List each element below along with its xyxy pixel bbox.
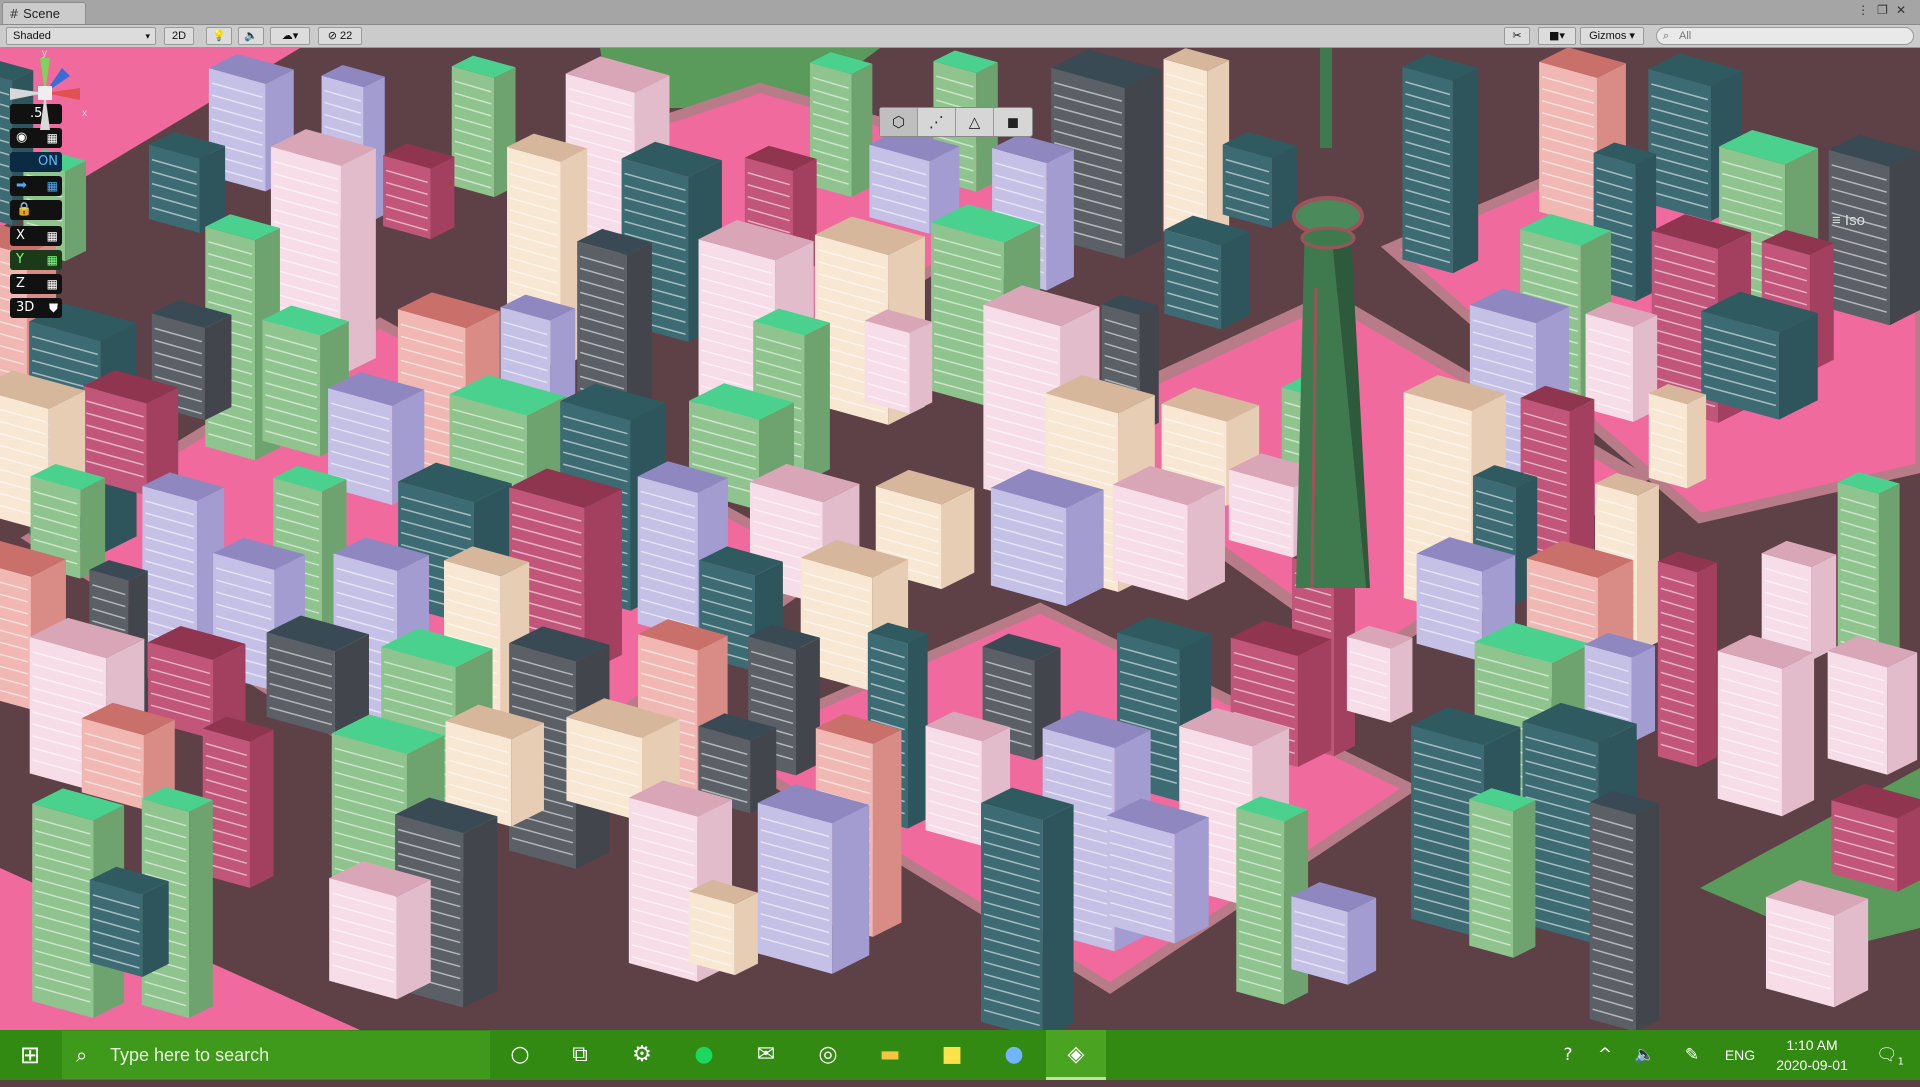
scene-tab-label: Scene: [23, 6, 60, 21]
close-icon[interactable]: ✕: [1896, 3, 1914, 17]
notification-count: 1: [1897, 1056, 1904, 1068]
search-icon: ⌕: [76, 1043, 88, 1067]
more-options-icon[interactable]: ⋮: [1857, 3, 1877, 17]
shading-mode-value: Shaded: [13, 30, 51, 42]
unity-icon[interactable]: ◈: [1046, 1030, 1106, 1080]
gizmos-dropdown[interactable]: Gizmos ▾: [1580, 27, 1644, 45]
effects-dropdown[interactable]: ☁▾: [270, 27, 310, 45]
2d-label: 2D: [171, 30, 187, 42]
scene-hash-icon: #: [9, 7, 20, 21]
3d-button[interactable]: 3D ⛊: [10, 298, 62, 318]
scene-tab[interactable]: # Scene: [2, 2, 86, 24]
gizmo-y-label: y: [42, 48, 47, 59]
axis-x-label: X: [16, 228, 25, 243]
taskbar-search-placeholder: Type here to search: [110, 1045, 270, 1065]
chevron-down-icon: ▾: [145, 31, 150, 41]
language-indicator[interactable]: ENG: [1720, 1030, 1760, 1080]
cube-icon[interactable]: ⬡: [880, 108, 918, 136]
speaker-icon: 🔈: [244, 29, 258, 42]
edge-icon[interactable]: △: [956, 108, 994, 136]
face-icon[interactable]: ◼: [994, 108, 1032, 136]
scene-viewport[interactable]: ⬡ ⋰ △ ◼ .5 ◉ ▦ ON ➡ ▦ 🔒 X ▦ Y ▦ Z ▦ 3D ⛊ y x ≡…: [0, 48, 1920, 1030]
grid-icon: ▦: [46, 179, 58, 193]
zoom-icon[interactable]: ●: [984, 1030, 1044, 1080]
push-to-grid-button[interactable]: ➡ ▦: [10, 176, 62, 196]
system-clock[interactable]: 1:10 AM 2020-09-01: [1762, 1035, 1862, 1075]
volume-icon[interactable]: 🔈: [1630, 1030, 1660, 1080]
effects-icon: ☁▾: [281, 29, 299, 42]
3d-label: 3D: [16, 300, 35, 315]
pen-icon[interactable]: ✎: [1674, 1030, 1710, 1080]
hidden-count: 22: [340, 30, 353, 42]
chevron-down-icon: ▾: [1629, 30, 1635, 42]
search-placeholder: All: [1679, 30, 1692, 42]
2d-toggle-button[interactable]: 2D: [164, 27, 194, 45]
lock-icon: 🔒: [16, 202, 33, 217]
axis-z-button[interactable]: Z ▦: [10, 274, 62, 294]
grid-icon: ▦: [46, 253, 58, 267]
shield-icon: ⛊: [48, 301, 58, 315]
chrome-icon[interactable]: ◎: [798, 1030, 858, 1080]
orientation-gizmo[interactable]: y x: [0, 48, 90, 138]
vertex-icon[interactable]: ⋰: [918, 108, 956, 136]
gizmo-x-label: x: [82, 108, 87, 119]
camera-icon: ■▾: [1549, 29, 1565, 42]
projection-label[interactable]: ≡ Iso: [1832, 212, 1865, 229]
sticky-notes-icon[interactable]: ■: [922, 1030, 982, 1080]
shading-mode-dropdown[interactable]: Shaded ▾: [6, 27, 156, 45]
window-controls: ⋮❐✕: [1857, 3, 1914, 17]
notification-center-icon[interactable]: 🗨1: [1868, 1030, 1912, 1080]
camera-dropdown[interactable]: ■▾: [1538, 27, 1576, 45]
taskbar-search-input[interactable]: ⌕ Type here to search: [62, 1031, 490, 1079]
cortana-icon[interactable]: ○: [490, 1030, 550, 1080]
menu-icon: ≡: [1832, 212, 1845, 229]
settings-icon[interactable]: ⚙: [612, 1030, 672, 1080]
editor-tab-bar: # Scene ⋮❐✕: [0, 0, 1920, 25]
mail-icon[interactable]: ✉: [736, 1030, 796, 1080]
clock-date: 2020-09-01: [1776, 1057, 1848, 1073]
lighting-toggle-button[interactable]: 💡: [206, 27, 232, 45]
axis-y-button[interactable]: Y ▦: [10, 250, 62, 270]
gizmos-label: Gizmos: [1589, 30, 1627, 42]
tools-button[interactable]: ✂: [1504, 27, 1530, 45]
scene-toolbar: Shaded ▾ 2D 💡 🔈 ☁▾ ⊘ 22 ✂ ■▾ Gizmos ▾ ⌕ Al…: [0, 25, 1920, 48]
chevron-up-icon[interactable]: ^: [1590, 1030, 1620, 1080]
help-icon[interactable]: ?: [1550, 1030, 1586, 1080]
search-icon: ⌕: [1663, 29, 1670, 42]
toggle-state: ON: [38, 154, 58, 169]
arrow-right-icon: ➡: [16, 178, 27, 193]
task-view-icon[interactable]: ⧉: [550, 1030, 610, 1080]
spotify-icon[interactable]: ●: [674, 1030, 734, 1080]
projection-text: Iso: [1844, 212, 1865, 229]
grid-icon: ▦: [46, 229, 58, 243]
tool-selector: ⬡ ⋰ △ ◼: [879, 107, 1033, 137]
maximize-icon[interactable]: ❐: [1877, 3, 1896, 17]
wrench-icon: ✂: [1512, 29, 1522, 42]
clock-time: 1:10 AM: [1786, 1037, 1838, 1053]
file-explorer-icon[interactable]: ▬: [860, 1030, 920, 1080]
axis-y-label: Y: [16, 252, 24, 267]
snap-toggle-button[interactable]: ON: [10, 152, 62, 172]
city-scene-render: [0, 48, 1920, 1030]
windows-taskbar: ⊞ ⌕ Type here to search ○ ⧉ ⚙ ● ✉ ◎ ▬ ■ ●…: [0, 1030, 1920, 1080]
audio-toggle-button[interactable]: 🔈: [238, 27, 264, 45]
hidden-objects-button[interactable]: ⊘ 22: [318, 27, 362, 45]
hierarchy-search-input[interactable]: ⌕ All: [1656, 27, 1914, 45]
axis-z-label: Z: [16, 276, 25, 291]
windows-start-icon[interactable]: ⊞: [0, 1030, 60, 1080]
lightbulb-icon: 💡: [212, 29, 226, 42]
grid-icon: ▦: [46, 277, 58, 291]
eye-slash-icon: ⊘: [327, 29, 337, 42]
lock-button[interactable]: 🔒: [10, 200, 62, 220]
axis-x-button[interactable]: X ▦: [10, 226, 62, 246]
